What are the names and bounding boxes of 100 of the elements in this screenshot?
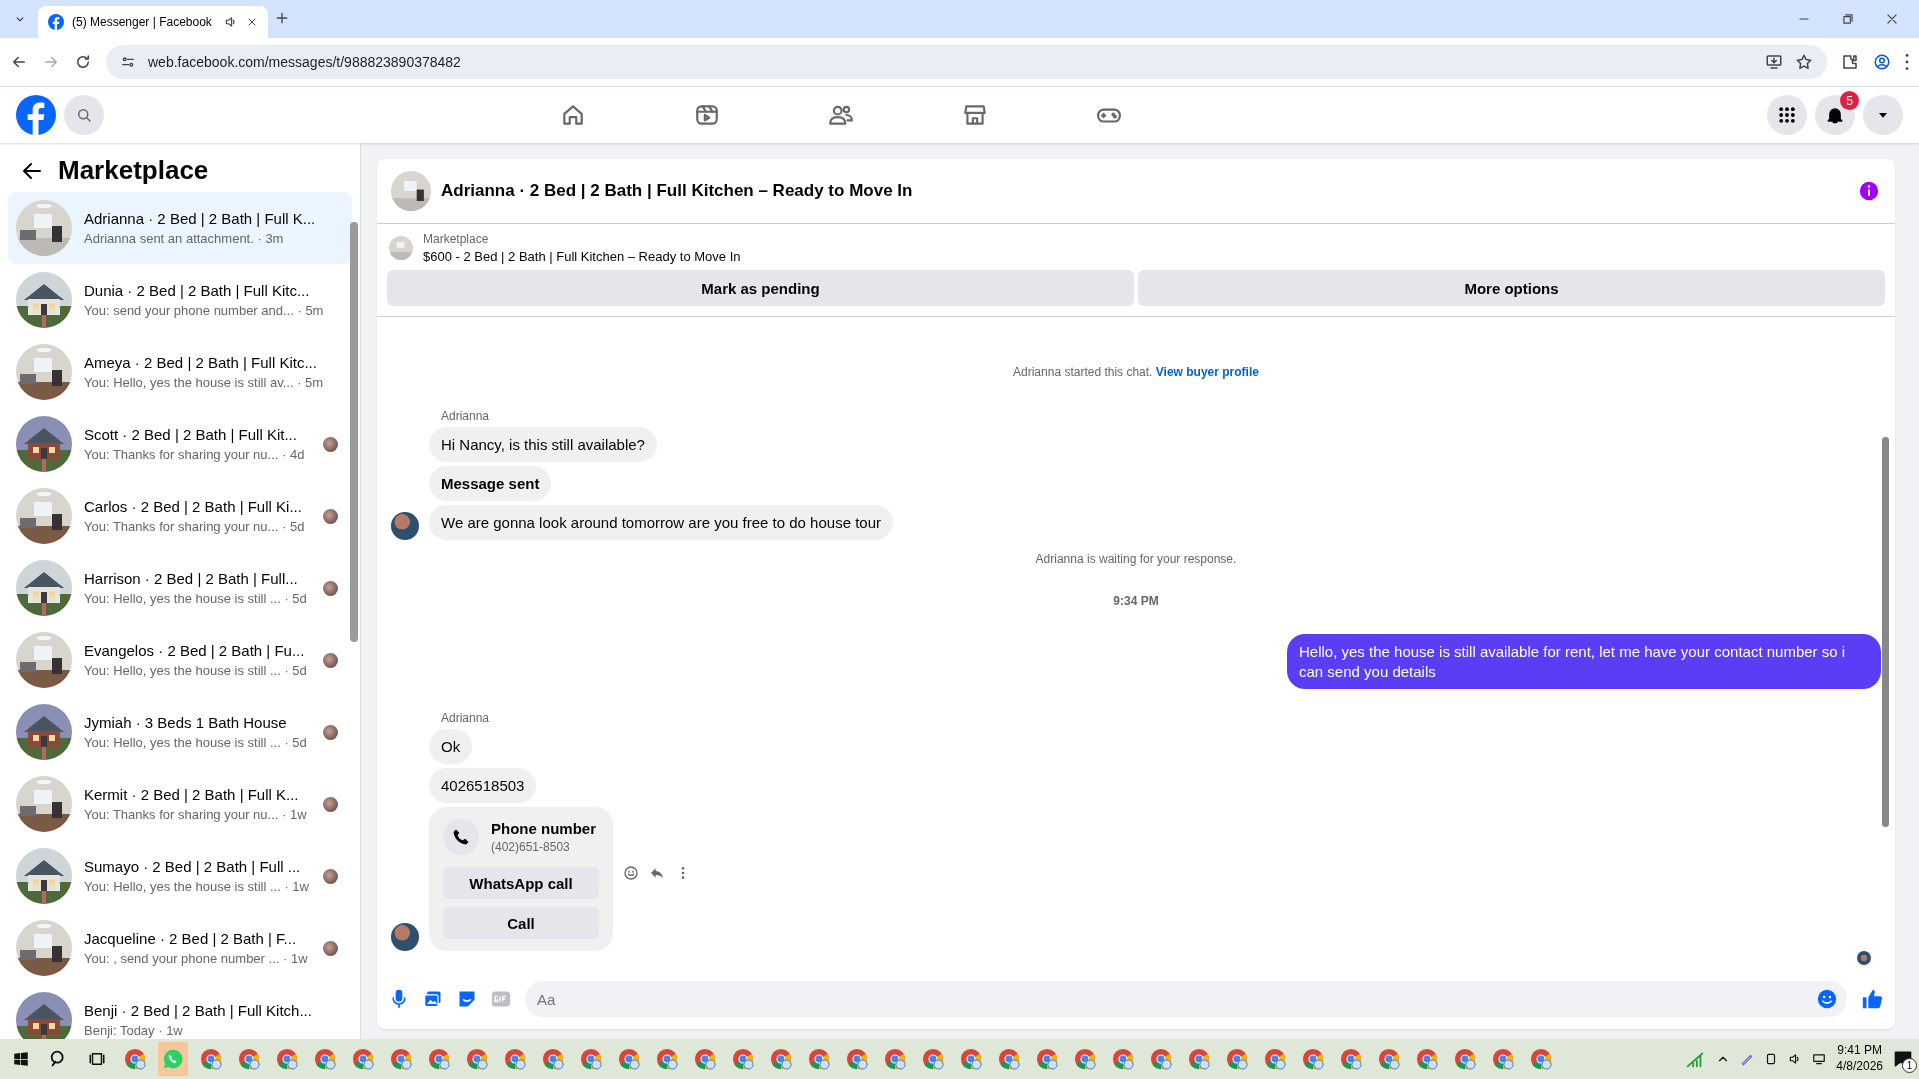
conversation-item[interactable]: Harrison · 2 Bed | 2 Bath | Full... You: Hello, yes the house is still ... · 5d	[8, 552, 352, 624]
chrome-icon[interactable]	[1340, 1048, 1362, 1070]
call-button[interactable]: WhatsApp call	[443, 867, 599, 899]
network-icon	[1812, 1052, 1827, 1066]
chrome-icon[interactable]	[618, 1048, 640, 1070]
chrome-icon[interactable]	[238, 1048, 260, 1070]
sender-name: Adrianna	[441, 711, 491, 725]
chrome-icon[interactable]	[732, 1048, 754, 1070]
whatsapp-icon[interactable]	[162, 1048, 184, 1070]
conversation-preview: You: Hello, yes the house is still av... · 5m	[84, 375, 325, 390]
chrome-icon[interactable]	[1150, 1048, 1172, 1070]
chrome-icon[interactable]	[1416, 1048, 1438, 1070]
chrome-icon[interactable]	[466, 1048, 488, 1070]
chrome-icon[interactable]	[1530, 1048, 1552, 1070]
conversation-item[interactable]: Adrianna · 2 Bed | 2 Bath | Full K... Adrianna sent an attachment. · 3m	[8, 192, 352, 264]
chrome-icon[interactable]	[1492, 1048, 1514, 1070]
chrome-icon[interactable]	[352, 1048, 374, 1070]
listing-action-button[interactable]: More options	[1138, 270, 1885, 306]
address-bar[interactable]: web.facebook.com/messages/t/988823890378482	[106, 45, 1827, 79]
chrome-icon[interactable]	[1378, 1048, 1400, 1070]
chrome-icon[interactable]	[124, 1048, 146, 1070]
chrome-icon[interactable]	[390, 1048, 412, 1070]
message-field[interactable]: Aa	[525, 981, 1847, 1017]
message-time: 9:34 PM	[1112, 594, 1160, 608]
install-icon	[1765, 53, 1783, 71]
conversation-item[interactable]: Scott · 2 Bed | 2 Bath | Full Kit... You: Thanks for sharing your nu... · 4d	[8, 408, 352, 480]
chat-notice: Adrianna is waiting for your response.	[1034, 552, 1238, 566]
chat-title: Adrianna · 2 Bed | 2 Bath | Full Kitchen – Ready to Move In	[441, 181, 914, 201]
chrome-icon[interactable]	[542, 1048, 564, 1070]
conversation-item[interactable]: Jymiah · 3 Beds 1 Bath House You: Hello, yes the house is still ... · 5d	[8, 696, 352, 768]
chrome-icon[interactable]	[960, 1048, 982, 1070]
conversation-name: Jacqueline · 2 Bed | 2 Bath | F...	[84, 930, 298, 947]
listing-action-button[interactable]: Mark as pending	[387, 270, 1134, 306]
new-tab-icon	[274, 10, 290, 26]
chrome-icon[interactable]	[1036, 1048, 1058, 1070]
chrome-icon[interactable]	[770, 1048, 792, 1070]
chrome-icon[interactable]	[884, 1048, 906, 1070]
conversation-item[interactable]: Ameya · 2 Bed | 2 Bath | Full Kitc... You: Hello, yes the house is still av... · 5m	[8, 336, 352, 408]
conversation-name: Carlos · 2 Bed | 2 Bath | Full Ki...	[84, 498, 303, 515]
emoji-icon	[623, 865, 639, 881]
conversation-name: Harrison · 2 Bed | 2 Bath | Full...	[84, 570, 299, 587]
conversation-preview: You: Thanks for sharing your nu... · 4d	[84, 447, 306, 462]
apps-button[interactable]	[1767, 95, 1807, 135]
chrome-icon[interactable]	[1454, 1048, 1476, 1070]
facebook-logo[interactable]	[16, 95, 56, 135]
photo-icon	[423, 989, 443, 1009]
chrome-icon[interactable]	[1188, 1048, 1210, 1070]
browser-tab[interactable]: (5) Messenger | Facebook	[38, 6, 268, 38]
notification-badge: 5	[1840, 91, 1859, 110]
chrome-icon[interactable]	[1112, 1048, 1134, 1070]
conversation-item[interactable]: Sumayo · 2 Bed | 2 Bath | Full ... You: Hello, yes the house is still ... · 1w	[8, 840, 352, 912]
thumbs-up-icon[interactable]	[1861, 988, 1883, 1010]
call-button[interactable]: Call	[443, 907, 599, 939]
taskbar-clock[interactable]: 9:41 PM 4/8/2026	[1836, 1043, 1883, 1075]
conversation-item[interactable]: Evangelos · 2 Bed | 2 Bath | Fu... You: Hello, yes the house is still ... · 5d	[8, 624, 352, 696]
search-button[interactable]	[64, 95, 104, 135]
chrome-icon[interactable]	[998, 1048, 1020, 1070]
chrome-icon[interactable]	[846, 1048, 868, 1070]
pen-icon	[1740, 1052, 1755, 1066]
buyer-profile-link[interactable]: View buyer profile	[1155, 365, 1259, 379]
read-receipt-avatar	[1857, 951, 1871, 965]
conversation-item[interactable]: Carlos · 2 Bed | 2 Bath | Full Ki... You: Thanks for sharing your nu... · 5d	[8, 480, 352, 552]
profile-icon	[1873, 53, 1891, 71]
conversation-item[interactable]: Kermit · 2 Bed | 2 Bath | Full K... You: Thanks for sharing your nu... · 1w	[8, 768, 352, 840]
conversation-item[interactable]: Jacqueline · 2 Bed | 2 Bath | F... You: , send your phone number ... · 1w	[8, 912, 352, 984]
phone-glyph	[451, 827, 471, 847]
scrollbar[interactable]	[350, 222, 358, 642]
microphone-icon	[389, 989, 409, 1009]
chrome-icon[interactable]	[1264, 1048, 1286, 1070]
conversation-name: Ameya · 2 Bed | 2 Bath | Full Kitc...	[84, 354, 318, 371]
conversation-name: Evangelos · 2 Bed | 2 Bath | Fu...	[84, 642, 306, 659]
info-icon[interactable]	[1859, 181, 1879, 201]
conversation-preview: Benji: Today · 1w	[84, 1023, 184, 1038]
chrome-icon[interactable]	[922, 1048, 944, 1070]
chrome-icon[interactable]	[580, 1048, 602, 1070]
sender-name: Adrianna	[441, 409, 491, 423]
notification-count: 1	[1902, 1058, 1917, 1073]
scrollbar[interactable]	[1882, 437, 1889, 827]
chrome-icon[interactable]	[428, 1048, 450, 1070]
chrome-icon[interactable]	[276, 1048, 298, 1070]
chat-notice: Adrianna started this chat. View buyer profile	[1012, 365, 1260, 379]
conversation-preview: You: , send your phone number ... · 1w	[84, 951, 309, 966]
chrome-icon[interactable]	[808, 1048, 830, 1070]
chrome-icon[interactable]	[694, 1048, 716, 1070]
notification-center-button[interactable]: 1	[1893, 1049, 1913, 1069]
chrome-icon[interactable]	[200, 1048, 222, 1070]
chrome-icon[interactable]	[1226, 1048, 1248, 1070]
chrome-icon[interactable]	[656, 1048, 678, 1070]
chrome-icon[interactable]	[314, 1048, 336, 1070]
conversation-preview: You: Hello, yes the house is still ... · 5d	[84, 591, 308, 606]
restore-icon	[1841, 12, 1855, 26]
conversation-preview: You: Hello, yes the house is still ... · 1w	[84, 879, 310, 894]
conversation-preview: You: Hello, yes the house is still ... · 5d	[84, 663, 308, 678]
chrome-icon[interactable]	[1074, 1048, 1096, 1070]
emoji-icon[interactable]	[1817, 989, 1837, 1009]
chrome-icon[interactable]	[1302, 1048, 1324, 1070]
gif-icon[interactable]	[491, 989, 511, 1009]
menu-icon[interactable]	[1905, 54, 1909, 70]
chrome-icon[interactable]	[504, 1048, 526, 1070]
conversation-item[interactable]: Dunia · 2 Bed | 2 Bath | Full Kitc... You: send your phone number and... · 5m	[8, 264, 352, 336]
